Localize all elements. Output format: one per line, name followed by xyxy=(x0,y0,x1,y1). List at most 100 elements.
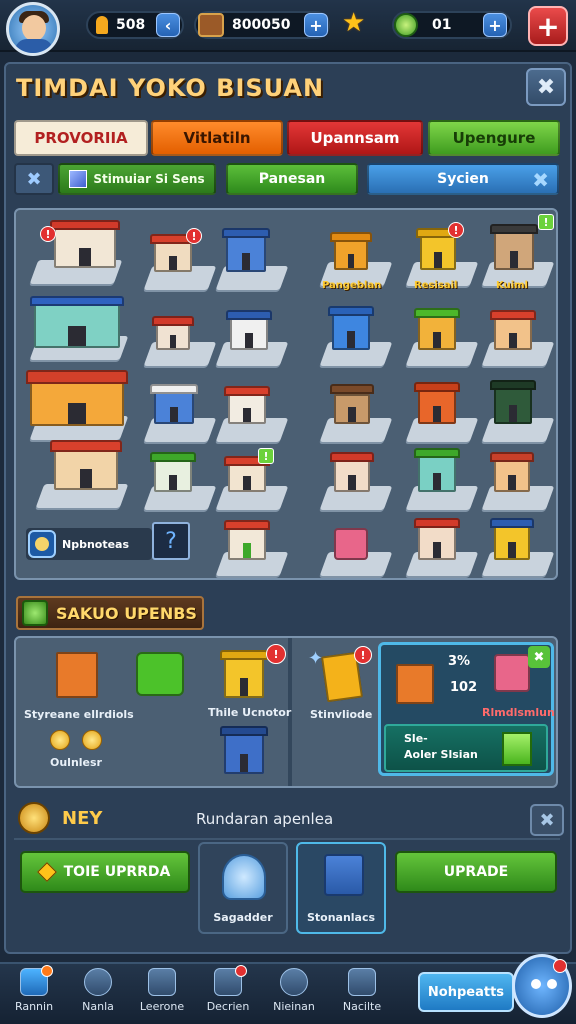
upgrade-item-shop[interactable] xyxy=(220,650,268,698)
building-green-stall[interactable] xyxy=(224,520,270,560)
gear-icon xyxy=(280,968,308,996)
health-plus-button[interactable]: + xyxy=(528,6,568,46)
next-description: Rundaran apenlea xyxy=(196,810,334,828)
building-label: Resisail xyxy=(414,280,458,291)
carrot-icon xyxy=(96,16,108,34)
notice-badge: ! xyxy=(354,646,372,664)
add-gems-button[interactable]: + xyxy=(483,13,507,37)
building-shop-awning[interactable] xyxy=(490,224,538,270)
carrot-prev-button[interactable]: ‹ xyxy=(156,13,180,37)
coin-count: 800050 xyxy=(232,17,291,33)
building-dark-tower[interactable] xyxy=(490,380,536,424)
upgrade-item-crate[interactable] xyxy=(56,652,98,698)
building-orange-kiosk[interactable] xyxy=(330,232,372,270)
next-close-button[interactable]: ✖ xyxy=(530,804,564,836)
building-mall[interactable] xyxy=(30,296,124,348)
notice-badge: ! xyxy=(448,222,464,238)
panel-button[interactable]: Panesan xyxy=(226,163,358,195)
building-teal-house[interactable] xyxy=(414,448,460,492)
upgrade-item-truck[interactable] xyxy=(136,652,184,696)
chest-icon xyxy=(198,13,224,37)
plane-icon xyxy=(20,965,53,996)
bottom-action-button[interactable]: Nohpeatts xyxy=(418,972,514,1012)
building-stall[interactable] xyxy=(330,384,374,424)
tab-upengure[interactable]: Upengure xyxy=(428,120,560,156)
compass-icon xyxy=(28,530,56,558)
upgrade-red-label: Rlmdlsmlun xyxy=(482,706,555,719)
item-card-stonanlacs[interactable]: Stonanlacs xyxy=(296,842,386,934)
nav-item-3[interactable]: Leerone xyxy=(134,968,190,1018)
new-badge: ! xyxy=(258,448,274,464)
cube-icon xyxy=(69,170,88,188)
building-blue-cube[interactable] xyxy=(328,306,374,350)
search-button[interactable]: Sycien ✖ xyxy=(367,163,559,195)
building-label: Pangeblan xyxy=(322,280,382,291)
nav-label: Nanla xyxy=(82,1000,114,1013)
pencil-icon xyxy=(214,965,247,996)
building-redroof-shop[interactable] xyxy=(490,310,536,350)
diamond-icon xyxy=(36,862,57,882)
building-yellow-bluetop[interactable] xyxy=(490,518,534,560)
building-white-shop[interactable] xyxy=(224,386,270,424)
upgrade-right-button[interactable]: UPRADE xyxy=(395,851,557,893)
building-blue-cottage[interactable] xyxy=(150,384,198,424)
building-orange-store[interactable] xyxy=(414,382,460,424)
nav-item-4[interactable]: Decrien xyxy=(200,965,256,1018)
coin-icon xyxy=(82,730,102,750)
building-redroof-small[interactable] xyxy=(152,316,194,350)
add-coins-button[interactable]: + xyxy=(304,13,328,37)
upgrade-card-crate xyxy=(396,664,434,704)
nav-item-2[interactable]: Nanla xyxy=(70,968,126,1018)
upgrade-left-label: TOIE UPRRDA xyxy=(63,864,171,880)
gem-icon xyxy=(394,13,418,37)
building-food-stand[interactable] xyxy=(330,452,374,492)
building-cart-stand[interactable] xyxy=(414,518,460,560)
building-diner[interactable] xyxy=(50,440,122,490)
star-icon: ★ xyxy=(342,8,366,38)
upgrade-sub-panel[interactable]: Sle- Aoler Slsian xyxy=(384,724,548,772)
nav-item-5[interactable]: Nieinan xyxy=(266,968,322,1018)
next-label: NEY xyxy=(62,808,103,829)
box-icon xyxy=(148,968,176,996)
page-title: TIMDAI YOKO BISUAN xyxy=(16,74,325,102)
building-green-market[interactable] xyxy=(150,452,196,492)
cart-icon xyxy=(494,654,530,692)
grid-info-button[interactable]: Npbnoteas xyxy=(26,528,152,560)
search-label: Sycien xyxy=(437,171,489,187)
upgrade-left-button[interactable]: TOIE UPRRDA xyxy=(20,851,190,893)
tab-provoriia[interactable]: PROVORIIA xyxy=(14,120,148,156)
building-store-large[interactable] xyxy=(50,220,120,268)
shopping-cart-icon[interactable] xyxy=(334,522,368,560)
mascot-avatar[interactable] xyxy=(512,954,572,1018)
nav-item-1[interactable]: Rannin xyxy=(6,965,62,1018)
tab-upannsam[interactable]: Upannsam xyxy=(287,120,423,156)
notice-badge: ! xyxy=(266,644,286,664)
robot-icon xyxy=(222,854,266,900)
nav-label: Nieinan xyxy=(273,1000,315,1013)
gem-count: 01 xyxy=(432,17,452,33)
item-card-sagadder[interactable]: Sagadder xyxy=(198,842,288,934)
building-bluehouse-2[interactable] xyxy=(226,310,272,350)
card-close-button[interactable]: ✖ xyxy=(528,646,550,668)
tab-vitlatiln[interactable]: Vitlatiln xyxy=(151,120,283,156)
upgrade-item-bluehouse[interactable] xyxy=(220,726,268,774)
building-bluehouse[interactable] xyxy=(222,228,270,272)
nav-item-6[interactable]: Nacilte xyxy=(334,968,390,1018)
leaf-icon xyxy=(22,600,48,626)
help-monitor-icon[interactable]: ? xyxy=(152,522,190,560)
building-brick-store[interactable] xyxy=(490,452,534,492)
sub-line-2: Aoler Slsian xyxy=(404,748,478,761)
building-warehouse[interactable] xyxy=(26,370,128,426)
wrench-icon: ✖ xyxy=(26,168,42,190)
close-button[interactable]: ✖ xyxy=(526,68,566,106)
nav-label: Decrien xyxy=(206,1000,250,1013)
divider xyxy=(14,838,560,840)
tools-button[interactable]: ✖ xyxy=(14,163,54,195)
nav-label: Rannin xyxy=(14,1000,54,1013)
section-title: SAKUO UPENBS xyxy=(56,603,197,623)
player-avatar[interactable] xyxy=(6,2,60,56)
upgrade-item-lemon[interactable] xyxy=(320,651,364,703)
building-green-shop[interactable] xyxy=(414,308,460,350)
simulator-button[interactable]: Stimuiar Si Sens xyxy=(58,163,216,195)
item-card-label: Sagadder xyxy=(213,911,273,924)
